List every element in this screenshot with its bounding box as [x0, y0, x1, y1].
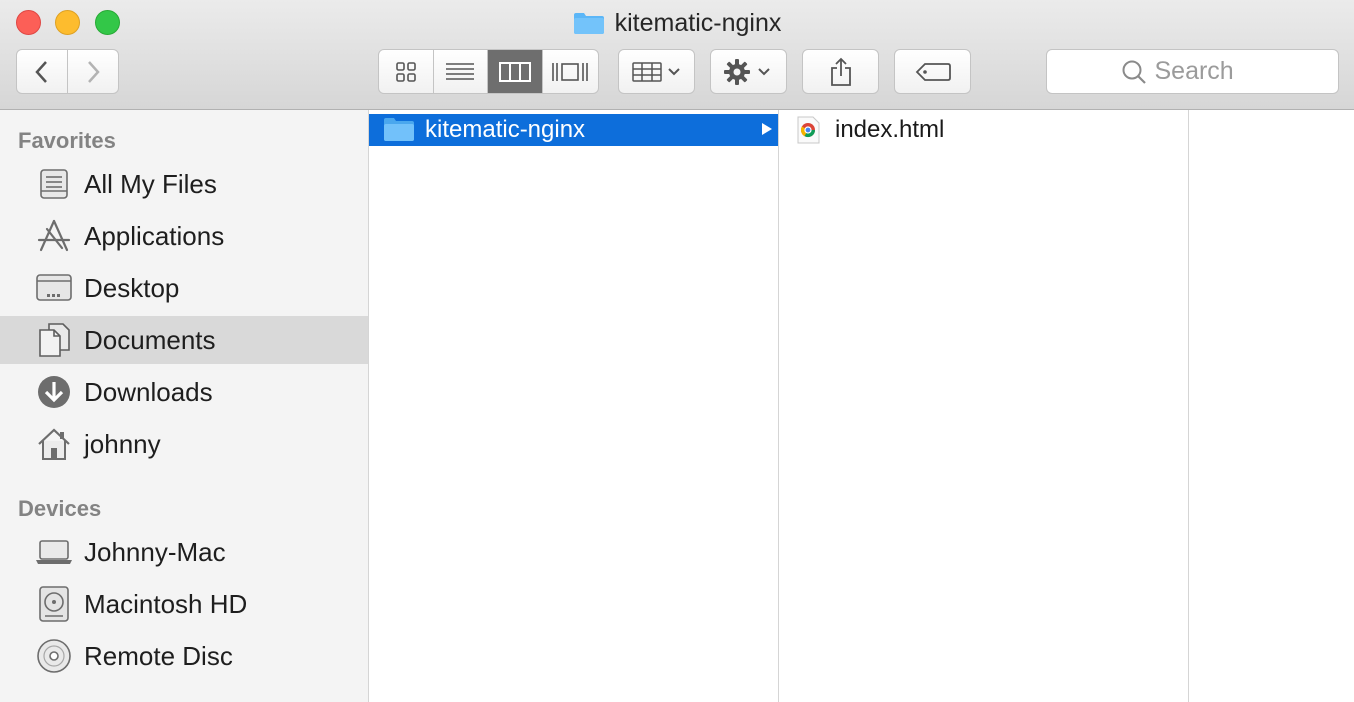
column-view-icon	[498, 61, 531, 82]
applications-icon	[34, 216, 74, 256]
cover-flow-button[interactable]	[543, 50, 598, 93]
column-item-label: index.html	[835, 116, 945, 143]
forward-button[interactable]	[67, 49, 119, 94]
sidebar-item-label: Applications	[84, 220, 225, 251]
devices-section-title: Devices	[18, 496, 102, 521]
tag-button[interactable]	[894, 49, 971, 94]
chevron-left-icon	[35, 60, 47, 83]
all-my-files-icon	[34, 164, 74, 204]
search-input[interactable]	[1154, 57, 1265, 86]
share-icon	[830, 57, 851, 86]
sidebar-item-documents[interactable]: Documents	[0, 316, 368, 364]
column-item-index-html[interactable]: index.html	[779, 114, 1188, 146]
column-item-kitematic-nginx[interactable]: kitematic-nginx	[369, 114, 778, 146]
window-title: kitematic-nginx	[0, 8, 1354, 38]
sidebar-item-label: Johnny-Mac	[84, 536, 226, 567]
sidebar-item-label: johnny	[84, 428, 161, 459]
search-icon	[1122, 60, 1146, 84]
sidebar-item-all-my-files[interactable]: All My Files	[0, 160, 368, 208]
sidebar-item-label: Downloads	[84, 376, 213, 407]
favorites-section-title: Favorites	[18, 128, 116, 153]
browser-column-2: index.html	[779, 110, 1189, 702]
icon-view-button[interactable]	[379, 50, 434, 93]
view-mode-segmented-control	[378, 49, 599, 94]
sidebar-item-label: Desktop	[84, 272, 180, 303]
list-view-button[interactable]	[434, 50, 488, 93]
home-icon	[34, 424, 74, 464]
sidebar-item-macintosh-hd[interactable]: Macintosh HD	[0, 580, 368, 628]
sidebar-item-johnny-mac[interactable]: Johnny-Mac	[0, 528, 368, 576]
finder-window: kitematic-nginx Search Favorites All My …	[0, 0, 1354, 702]
icon-view-icon	[395, 61, 416, 82]
sidebar-item-remote-disc[interactable]: Remote Disc	[0, 632, 368, 680]
search-field[interactable]	[1046, 49, 1339, 94]
chevron-right-icon	[88, 60, 100, 83]
sidebar-item-downloads[interactable]: Downloads	[0, 368, 368, 416]
sidebar-item-label: All My Files	[84, 168, 217, 199]
toolbar: kitematic-nginx	[0, 0, 1354, 110]
sidebar-item-label: Remote Disc	[84, 640, 233, 671]
laptop-icon	[34, 532, 74, 572]
folder-icon	[383, 116, 415, 147]
arrange-grid-icon	[631, 61, 680, 82]
browser-column-3	[1189, 110, 1354, 702]
column-item-label: kitematic-nginx	[425, 116, 586, 143]
sidebar-item-applications[interactable]: Applications	[0, 212, 368, 260]
disc-icon	[34, 636, 74, 676]
disclosure-arrow-icon	[761, 122, 773, 141]
cover-flow-icon	[552, 62, 589, 81]
back-button[interactable]	[16, 49, 68, 94]
sidebar-item-johnny[interactable]: johnny	[0, 420, 368, 468]
chrome-html-icon	[795, 116, 821, 149]
browser-column-1: kitematic-nginx	[369, 110, 779, 702]
arrange-button[interactable]	[618, 49, 695, 94]
sidebar: Favorites All My Files Applications Desk…	[0, 110, 369, 702]
folder-icon	[573, 11, 605, 35]
share-button[interactable]	[802, 49, 879, 94]
desktop-icon	[34, 268, 74, 308]
gear-icon	[723, 58, 770, 85]
window-title-text: kitematic-nginx	[614, 8, 782, 37]
sidebar-item-desktop[interactable]: Desktop	[0, 264, 368, 312]
column-view-button[interactable]	[488, 50, 543, 93]
tag-icon	[915, 62, 951, 81]
hard-drive-icon	[34, 584, 74, 624]
sidebar-item-label: Documents	[84, 324, 216, 355]
list-view-icon	[446, 62, 475, 80]
action-button[interactable]	[710, 49, 787, 94]
downloads-icon	[34, 372, 74, 412]
documents-icon	[34, 320, 74, 360]
sidebar-item-label: Macintosh HD	[84, 588, 248, 619]
